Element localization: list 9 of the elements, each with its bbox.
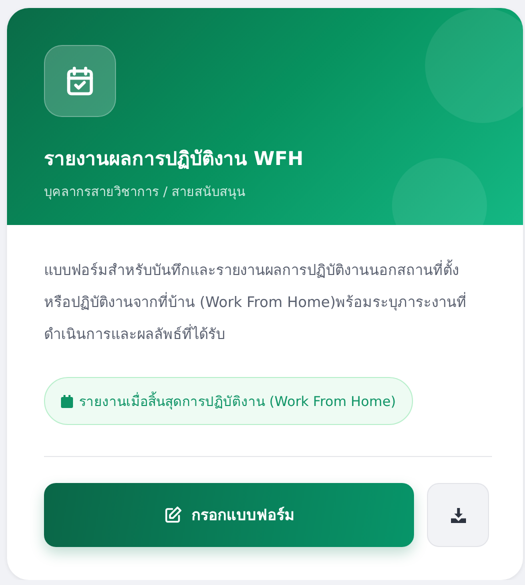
card-title: รายงานผลการปฏิบัติงาน WFH bbox=[44, 147, 304, 172]
edit-icon bbox=[164, 506, 182, 524]
card-subtitle: บุคลากรสายวิชาการ / สายสนับสนุน bbox=[44, 184, 247, 202]
description: แบบฟอร์มสำหรับบันทึกและรายงานผลการปฏิบัติงานนอกสถานที่ตั้ง หรือปฏิบัติงานจากที่บ้าน (Work From Home)พร้อมระบุภาระงานที่ดำเนินการและผลลัพธ์ที่ได้รับ bbox=[44, 255, 484, 351]
calendar-icon bbox=[61, 394, 73, 408]
download-button[interactable] bbox=[427, 483, 489, 547]
fill-form-button[interactable]: กรอกแบบฟอร์ม bbox=[44, 483, 414, 547]
tag-text: รายงานเมื่อสิ้นสุดการปฏิบัติงาน (Work From Home) bbox=[79, 390, 396, 412]
download-icon bbox=[450, 508, 466, 522]
